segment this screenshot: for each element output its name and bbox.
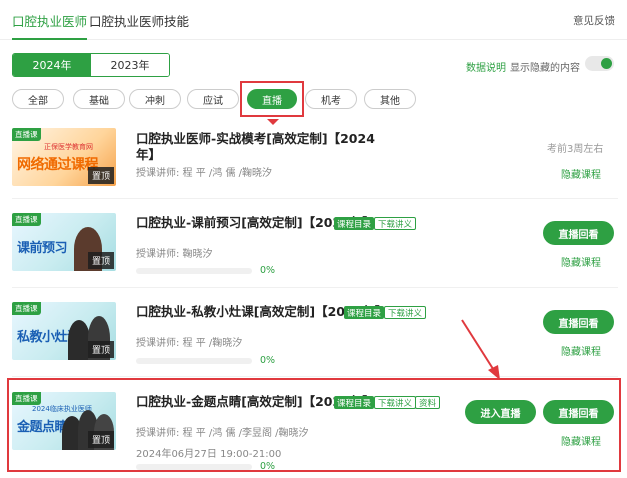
filter-other[interactable]: 其他 bbox=[364, 89, 416, 109]
course-thumbnail[interactable]: 直播课 正保医学教育网 网络通过课程 置顶 bbox=[12, 128, 116, 186]
filter-exam[interactable]: 应试 bbox=[187, 89, 239, 109]
teacher-info: 授课讲师: 鞠晓汐 bbox=[136, 249, 213, 260]
hide-course-link[interactable]: 隐藏课程 bbox=[561, 166, 601, 181]
arrow-shaft bbox=[461, 319, 496, 373]
highlight-pointer bbox=[267, 119, 279, 125]
year-2024-button[interactable]: 2024年 bbox=[13, 54, 91, 76]
filter-all[interactable]: 全部 bbox=[12, 89, 64, 109]
year-2023-button[interactable]: 2023年 bbox=[91, 54, 169, 76]
live-replay-button[interactable]: 直播回看 bbox=[543, 310, 614, 334]
divider bbox=[12, 376, 618, 377]
filter-basic[interactable]: 基础 bbox=[73, 89, 125, 109]
download-notes-tag[interactable]: 下载讲义 bbox=[374, 217, 417, 230]
pinned-badge: 置顶 bbox=[87, 252, 114, 269]
teacher-info: 授课讲师: 程 平 /鸿 儒 /鞠晓汐 bbox=[136, 168, 273, 179]
pinned-badge: 置顶 bbox=[87, 341, 114, 358]
progress-percent: 0% bbox=[260, 355, 276, 366]
divider bbox=[12, 287, 618, 288]
highlight-box-filter bbox=[240, 81, 304, 117]
pinned-badge: 置顶 bbox=[87, 167, 114, 184]
course-title-line: 口腔执业医师-实战模考[高效定制]【2024 bbox=[136, 131, 375, 146]
catalog-tag[interactable]: 课程目录 bbox=[344, 306, 385, 319]
live-course-tag: 直播课 bbox=[12, 213, 41, 226]
brand-logo: 正保医学教育网 bbox=[44, 143, 93, 151]
thumbnail-title: 课前预习 bbox=[17, 241, 68, 256]
teacher-photo bbox=[68, 320, 90, 360]
highlight-box-course bbox=[7, 378, 621, 472]
course-title-line: 年】 bbox=[136, 147, 162, 162]
live-course-tag: 直播课 bbox=[12, 302, 41, 315]
show-hidden-label: 显示隐藏的内容 bbox=[510, 63, 580, 74]
show-hidden-toggle[interactable] bbox=[585, 56, 614, 71]
tab-oral-practitioner[interactable]: 口腔执业医师 bbox=[12, 11, 88, 40]
tab-oral-practitioner-skills[interactable]: 口腔执业医师技能 bbox=[89, 11, 189, 30]
course-thumbnail[interactable]: 直播课 课前预习 置顶 bbox=[12, 213, 116, 271]
course-thumbnail[interactable]: 直播课 私教小灶课 置顶 bbox=[12, 302, 116, 360]
feedback-link[interactable]: 意见反馈 bbox=[573, 13, 615, 28]
progress-percent: 0% bbox=[260, 265, 276, 276]
divider bbox=[12, 198, 618, 199]
progress-bar bbox=[136, 358, 252, 364]
hide-course-link[interactable]: 隐藏课程 bbox=[561, 343, 601, 358]
thumbnail-title: 网络通过课程 bbox=[17, 157, 99, 173]
hide-course-link[interactable]: 隐藏课程 bbox=[561, 254, 601, 269]
download-notes-tag[interactable]: 下载讲义 bbox=[384, 306, 427, 319]
live-replay-button[interactable]: 直播回看 bbox=[543, 221, 614, 245]
teacher-info: 授课讲师: 程 平 /鞠晓汐 bbox=[136, 338, 243, 349]
filter-sprint[interactable]: 冲刺 bbox=[129, 89, 181, 109]
schedule-hint: 考前3周左右 bbox=[547, 144, 604, 155]
course-title[interactable]: 口腔执业医师-实战模考[高效定制]【2024 年】 bbox=[136, 131, 375, 163]
top-tab-bar: 口腔执业医师 口腔执业医师技能 意见反馈 bbox=[0, 0, 627, 40]
catalog-tag[interactable]: 课程目录 bbox=[334, 217, 375, 230]
data-description-link[interactable]: 数据说明 bbox=[466, 59, 506, 74]
live-course-tag: 直播课 bbox=[12, 128, 41, 141]
toggle-knob bbox=[601, 58, 612, 69]
year-switch: 2024年 2023年 bbox=[12, 53, 170, 77]
progress-bar bbox=[136, 268, 252, 274]
filter-computer-exam[interactable]: 机考 bbox=[305, 89, 357, 109]
